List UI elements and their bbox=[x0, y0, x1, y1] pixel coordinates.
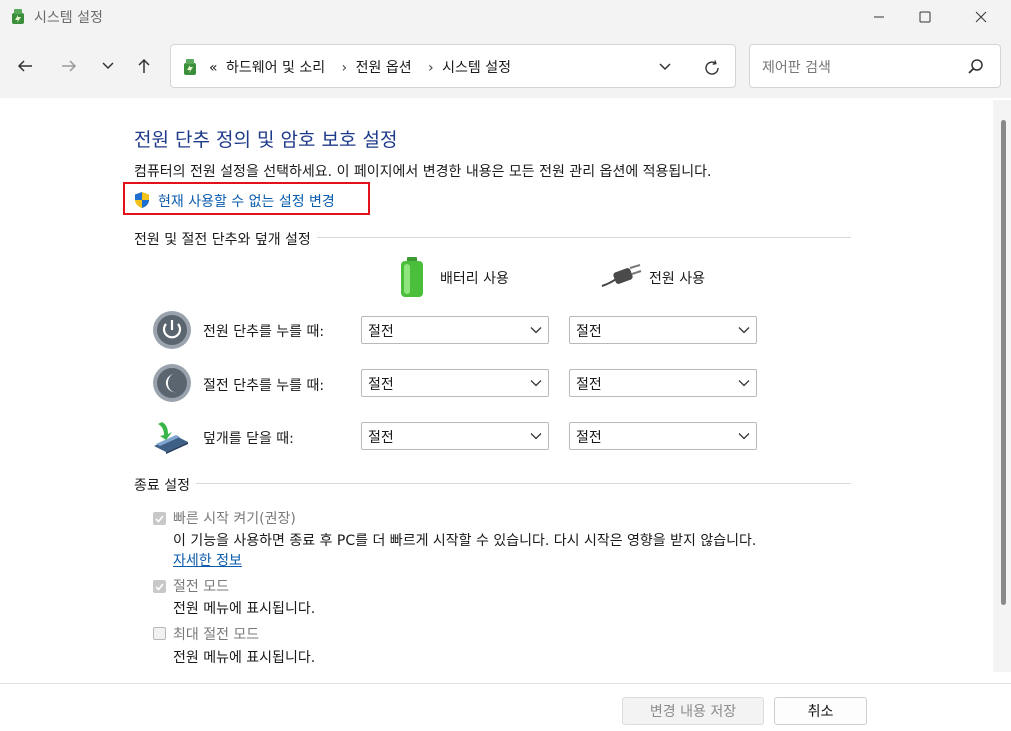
maximize-icon bbox=[919, 11, 931, 23]
power-plug-icon bbox=[601, 264, 642, 287]
uac-shield-icon bbox=[135, 192, 149, 208]
breadcrumb-overflow[interactable]: « bbox=[209, 60, 218, 76]
laptop-lid-icon bbox=[154, 422, 188, 454]
chevron-down-icon bbox=[738, 327, 750, 334]
hibernate-label: 최대 절전 모드 bbox=[173, 627, 260, 643]
save-changes-button[interactable]: 변경 내용 저장 bbox=[622, 697, 764, 725]
plugged-in-column-label: 전원 사용 bbox=[649, 271, 705, 287]
search-placeholder[interactable]: 제어판 검색 bbox=[762, 57, 831, 77]
hibernate-description: 전원 메뉴에 표시됩니다. bbox=[173, 650, 316, 666]
hibernate-checkbox[interactable] bbox=[153, 627, 166, 640]
page-title: 전원 단추 정의 및 암호 보호 설정 bbox=[134, 129, 398, 151]
power-button-battery-select[interactable]: 절전 bbox=[361, 316, 549, 344]
refresh-icon bbox=[705, 60, 719, 75]
maximize-button[interactable] bbox=[902, 0, 948, 34]
refresh-button[interactable] bbox=[701, 57, 723, 79]
sleep-mode-checkbox[interactable] bbox=[153, 580, 166, 593]
select-value: 절전 bbox=[576, 324, 602, 340]
recent-locations-button[interactable] bbox=[94, 52, 122, 80]
close-button[interactable] bbox=[958, 0, 1004, 34]
lid-close-action-label: 덮개를 닫을 때: bbox=[203, 431, 294, 447]
up-button[interactable] bbox=[130, 52, 158, 80]
chevron-down-icon bbox=[102, 62, 114, 70]
battery-icon bbox=[401, 257, 423, 297]
power-options-icon bbox=[12, 9, 24, 24]
chevron-down-icon bbox=[530, 433, 542, 440]
forward-arrow-icon bbox=[62, 60, 77, 72]
chevron-down-icon bbox=[530, 380, 542, 387]
fast-startup-label: 빠른 시작 켜기(권장) bbox=[173, 511, 296, 527]
power-button-icon bbox=[153, 311, 191, 349]
window-title: 시스템 설정 bbox=[34, 10, 103, 26]
address-bar[interactable]: « 하드웨어 및 소리 › 전원 옵션 › 시스템 설정 bbox=[170, 44, 736, 88]
sleep-button-plugged-select[interactable]: 절전 bbox=[569, 369, 757, 397]
power-options-icon bbox=[184, 59, 196, 75]
sleep-mode-label: 절전 모드 bbox=[173, 579, 229, 595]
address-history-button[interactable] bbox=[655, 57, 675, 77]
lid-close-plugged-select[interactable]: 절전 bbox=[569, 422, 757, 450]
power-button-plugged-select[interactable]: 절전 bbox=[569, 316, 757, 344]
chevron-down-icon bbox=[659, 63, 671, 71]
close-icon bbox=[975, 11, 987, 23]
minimize-icon bbox=[874, 16, 884, 18]
battery-column-label: 배터리 사용 bbox=[440, 271, 509, 287]
breadcrumb: « 하드웨어 및 소리 › 전원 옵션 › 시스템 설정 bbox=[209, 57, 515, 77]
sleep-button-icon bbox=[153, 364, 191, 402]
title-bar: 시스템 설정 bbox=[0, 0, 1011, 34]
navigation-bar: « 하드웨어 및 소리 › 전원 옵션 › 시스템 설정 제어판 검색 bbox=[0, 34, 1011, 98]
checkmark-icon bbox=[155, 583, 164, 591]
search-icon[interactable] bbox=[966, 57, 986, 77]
fast-startup-checkbox[interactable] bbox=[153, 512, 166, 525]
lid-close-battery-select[interactable]: 절전 bbox=[361, 422, 549, 450]
minimize-button[interactable] bbox=[856, 0, 902, 34]
more-info-link[interactable]: 자세한 정보 bbox=[173, 550, 242, 570]
back-button[interactable] bbox=[11, 52, 39, 80]
forward-button[interactable] bbox=[55, 52, 83, 80]
section-divider bbox=[134, 483, 851, 484]
select-value: 절전 bbox=[576, 430, 602, 446]
select-value: 절전 bbox=[576, 377, 602, 393]
breadcrumb-separator: › bbox=[341, 60, 348, 76]
breadcrumb-power-options[interactable]: 전원 옵션 bbox=[356, 60, 412, 76]
shutdown-section-heading: 종료 설정 bbox=[134, 475, 196, 495]
chevron-down-icon bbox=[738, 380, 750, 387]
page-description: 컴퓨터의 전원 설정을 선택하세요. 이 페이지에서 변경한 내용은 모든 전원… bbox=[134, 164, 712, 180]
power-button-action-label: 전원 단추를 누를 때: bbox=[203, 324, 325, 340]
breadcrumb-system-settings[interactable]: 시스템 설정 bbox=[442, 60, 511, 76]
scrollbar-thumb[interactable] bbox=[1001, 120, 1006, 605]
select-value: 절전 bbox=[368, 324, 394, 340]
up-arrow-icon bbox=[138, 58, 150, 73]
power-buttons-section-heading: 전원 및 절전 단추와 덮개 설정 bbox=[134, 229, 317, 249]
sleep-button-action-label: 절전 단추를 누를 때: bbox=[203, 378, 325, 394]
chevron-down-icon bbox=[530, 327, 542, 334]
sleep-mode-description: 전원 메뉴에 표시됩니다. bbox=[173, 601, 316, 617]
back-arrow-icon bbox=[17, 60, 32, 72]
search-box[interactable]: 제어판 검색 bbox=[749, 44, 1001, 88]
chevron-down-icon bbox=[738, 433, 750, 440]
change-unavailable-settings-link[interactable]: 현재 사용할 수 없는 설정 변경 bbox=[158, 191, 335, 211]
select-value: 절전 bbox=[368, 377, 394, 393]
fast-startup-description: 이 기능을 사용하면 종료 후 PC를 더 빠르게 시작할 수 있습니다. 다시… bbox=[173, 533, 757, 549]
sleep-button-battery-select[interactable]: 절전 bbox=[361, 369, 549, 397]
breadcrumb-separator: › bbox=[428, 60, 434, 76]
select-value: 절전 bbox=[368, 430, 394, 446]
cancel-button[interactable]: 취소 bbox=[774, 697, 867, 725]
checkmark-icon bbox=[155, 515, 164, 523]
breadcrumb-hardware-sound[interactable]: 하드웨어 및 소리 bbox=[226, 60, 325, 76]
